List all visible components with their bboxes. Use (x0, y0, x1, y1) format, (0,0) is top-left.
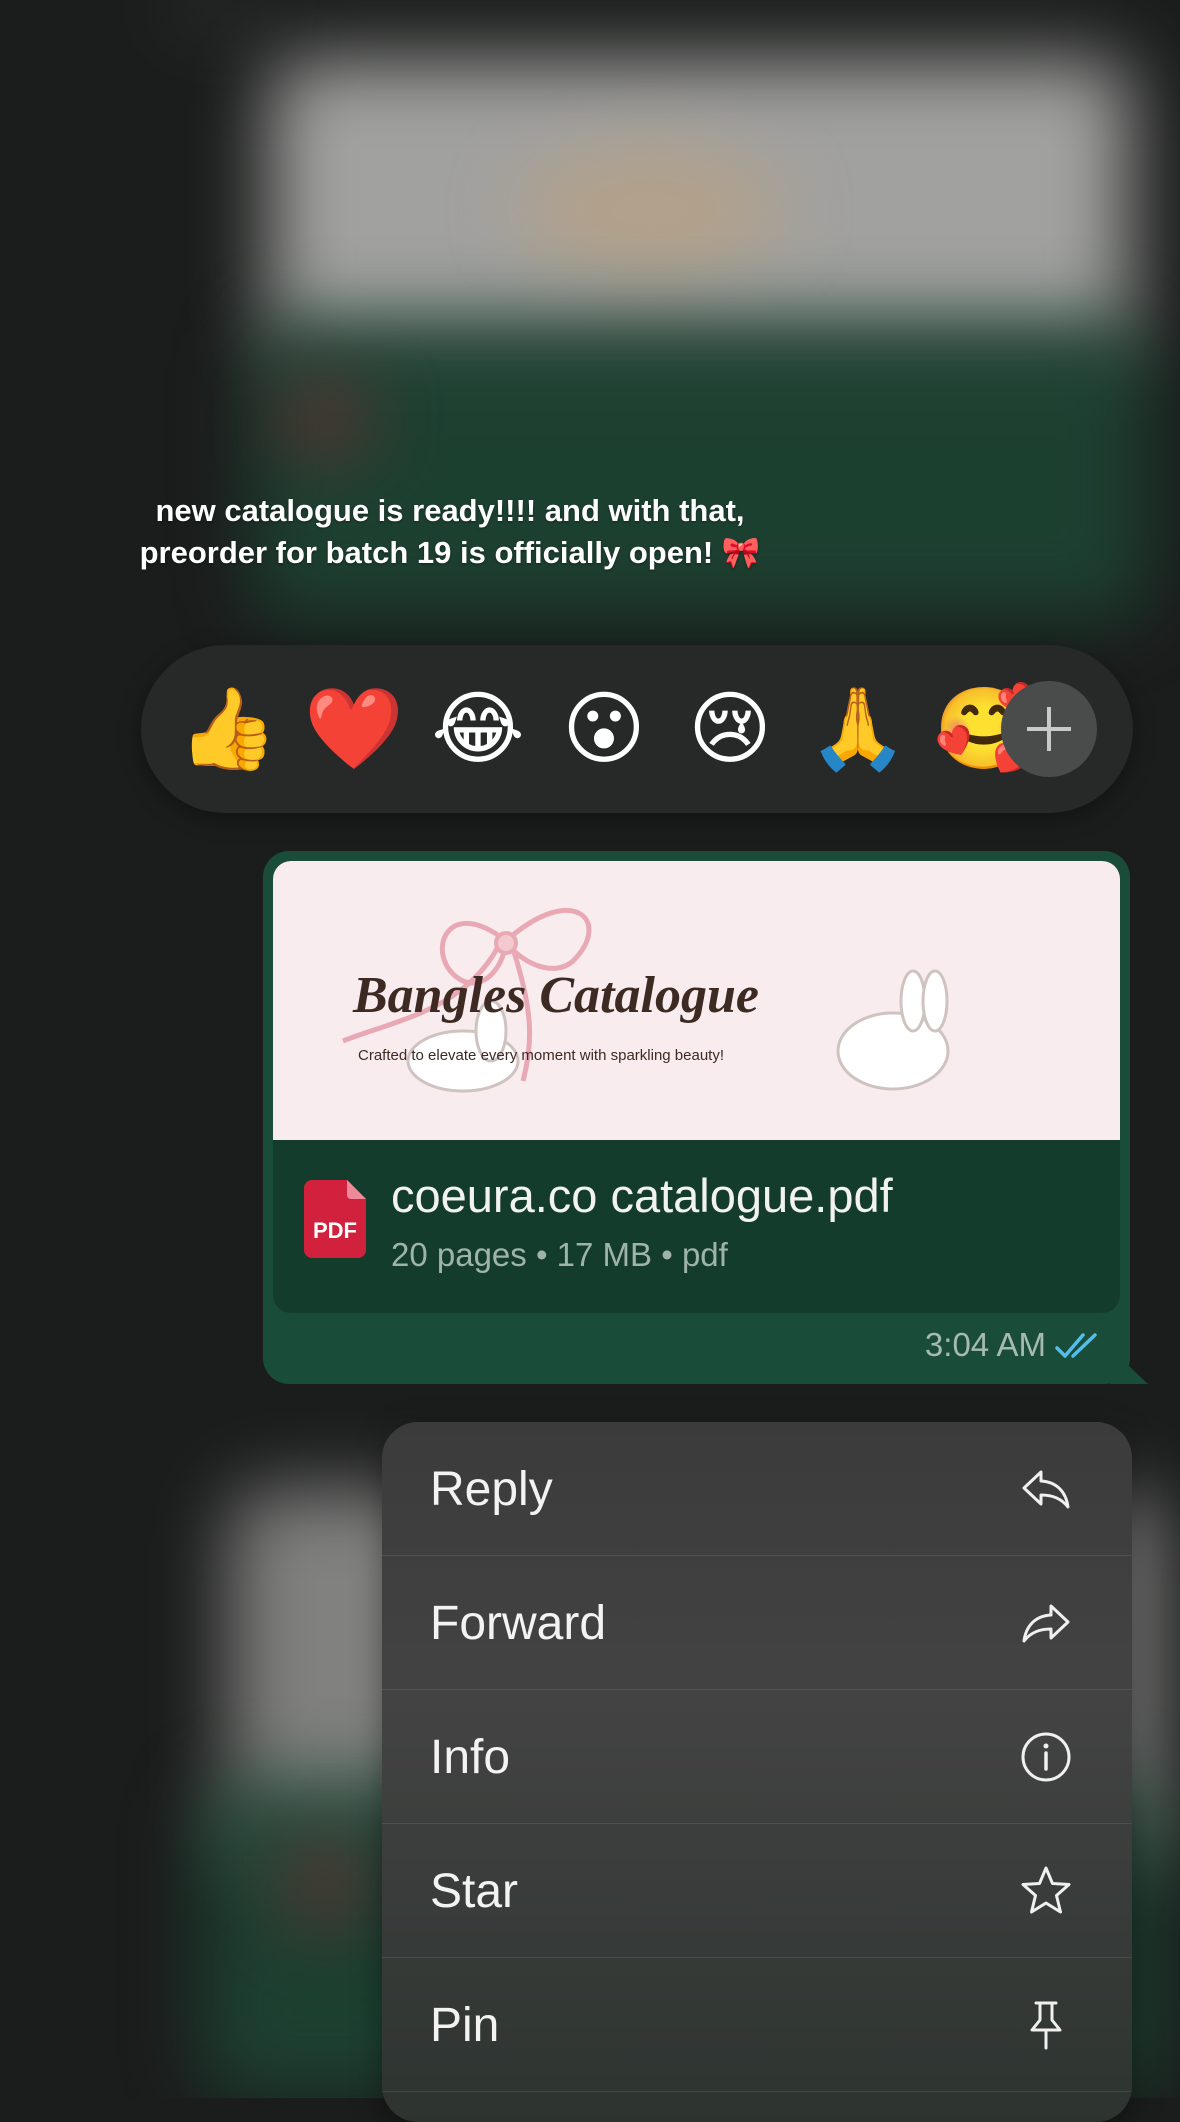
pdf-badge-label: PDF (313, 1218, 357, 1243)
pdf-file-icon: PDF (304, 1180, 366, 1258)
reaction-crying[interactable]: 😢 (682, 681, 778, 777)
caption-line-1: new catalogue is ready!!!! and with that… (155, 493, 745, 528)
reply-icon (1022, 1470, 1070, 1509)
forward-icon (1022, 1604, 1070, 1643)
selected-message-bubble[interactable]: Bangles Catalogue Crafted to elevate eve… (263, 851, 1130, 1384)
more-reactions-plus-icon[interactable] (1001, 681, 1097, 777)
file-meta: 20 pages • 17 MB • pdf (391, 1236, 728, 1273)
menu-item-star[interactable]: Star (382, 1824, 1132, 1958)
menu-item-pin[interactable]: Pin (382, 1958, 1132, 2092)
menu-item-info[interactable]: Info (382, 1690, 1132, 1824)
reaction-surprised[interactable]: 😮 (556, 681, 652, 777)
file-name: coeura.co catalogue.pdf (391, 1169, 893, 1222)
menu-item-reply[interactable]: Reply (382, 1422, 1132, 1556)
catalogue-subtitle: Crafted to elevate every moment with spa… (358, 1047, 725, 1064)
menu-item-label: Pin (430, 1999, 500, 2052)
pin-icon (1030, 2001, 1062, 2050)
file-info-row: PDF coeura.co catalogue.pdf 20 pages • 1… (273, 1140, 1120, 1313)
message-context-menu: Reply Forward Info Star Pin (382, 1422, 1132, 2122)
reaction-pray[interactable]: 🙏 (808, 681, 908, 777)
reaction-laughing[interactable]: 😂 (430, 681, 526, 777)
menu-item-label: Forward (430, 1597, 607, 1650)
document-preview: Bangles Catalogue Crafted to elevate eve… (273, 861, 1120, 1140)
reaction-bar: 👍 ❤️ 😂 😮 😢 🙏 🥰 (141, 645, 1133, 813)
star-icon (1021, 1866, 1071, 1914)
menu-item-label: Reply (430, 1463, 553, 1516)
reaction-heart[interactable]: ❤️ (304, 681, 404, 777)
caption-line-2: preorder for batch 19 is officially open… (139, 535, 761, 570)
previous-message-caption: new catalogue is ready!!!! and with that… (100, 490, 800, 574)
message-time: 3:04 AM (924, 1326, 1046, 1363)
menu-item-label: Star (430, 1865, 519, 1918)
reaction-thumbs-up[interactable]: 👍 (178, 681, 278, 777)
menu-item-forward[interactable]: Forward (382, 1556, 1132, 1690)
menu-item-label: Info (430, 1731, 511, 1784)
info-icon (1021, 1732, 1071, 1782)
double-check-read-icon (1055, 1333, 1097, 1358)
document-attachment[interactable]: Bangles Catalogue Crafted to elevate eve… (273, 861, 1120, 1313)
catalogue-title: Bangles Catalogue (353, 967, 759, 1024)
